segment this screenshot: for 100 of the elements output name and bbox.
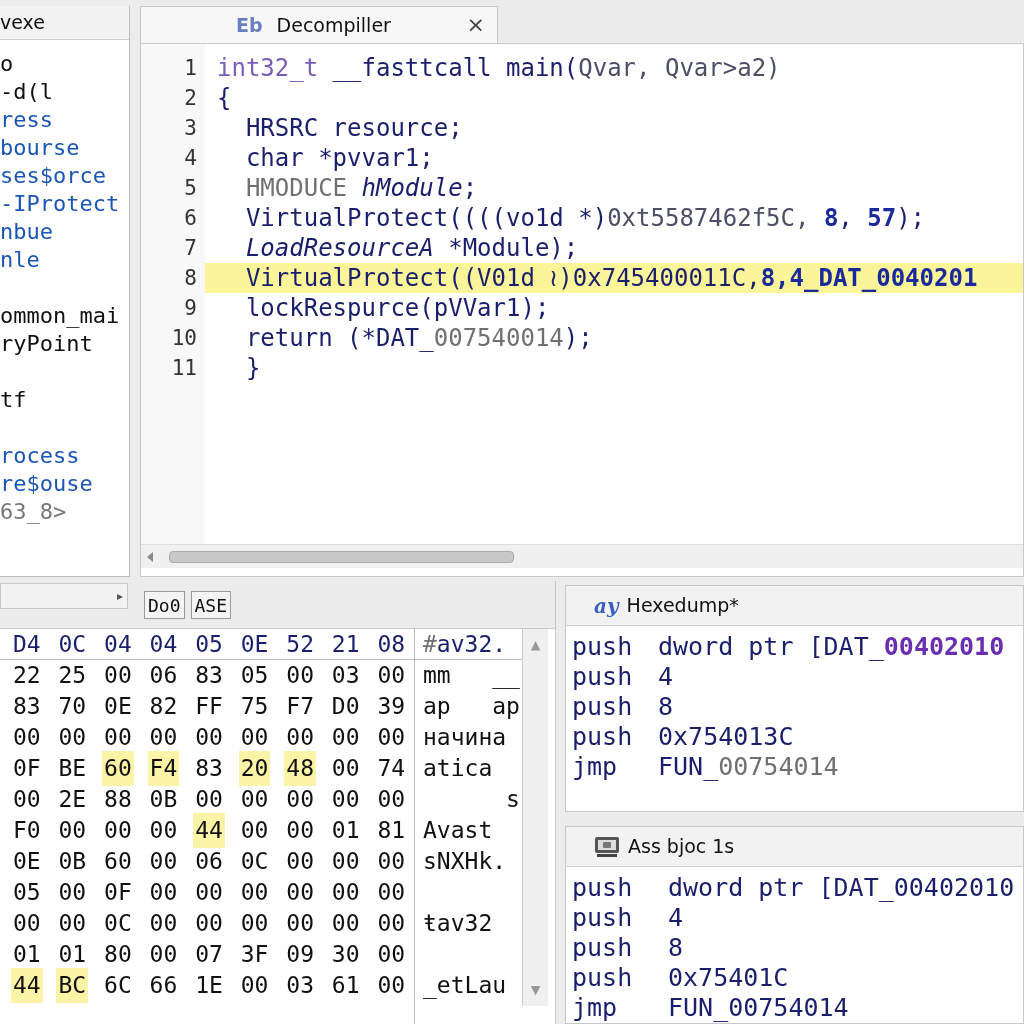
- symbol-item[interactable]: nbue: [0, 219, 53, 244]
- hex-byte: 00: [103, 816, 133, 846]
- hex-byte: 00: [194, 723, 224, 753]
- hex-byte: 00: [194, 909, 224, 939]
- scroll-left-icon[interactable]: [145, 550, 155, 563]
- hex-byte: 00: [148, 847, 179, 877]
- line-number: 1: [184, 56, 197, 80]
- line-number: 5: [184, 176, 197, 200]
- symbol-item[interactable]: ress: [0, 107, 53, 132]
- hex-byte: 01: [57, 940, 88, 970]
- close-button[interactable]: ×: [466, 14, 485, 36]
- panel-title: Ass bjoc 1s: [628, 834, 735, 860]
- code-line: HMODUCE hModule;: [244, 173, 479, 203]
- hex-byte: 0B: [148, 785, 179, 815]
- hex-byte: 00: [57, 909, 88, 939]
- hex-byte: 09: [285, 940, 315, 970]
- asm-operand: dword ptr [DAT_00402010: [658, 632, 1005, 662]
- hex-byte: 03: [330, 661, 361, 691]
- sidebar-scrollbar[interactable]: ▸: [0, 583, 128, 609]
- asm-operand: 8: [668, 933, 684, 963]
- column-header: 05: [194, 629, 224, 659]
- asm-mnemonic: push: [572, 903, 634, 933]
- symbol-item[interactable]: rocess: [0, 443, 80, 468]
- hex-byte: 00: [285, 847, 315, 877]
- ascii-text: s: [505, 785, 520, 815]
- line-number: 9: [184, 296, 197, 320]
- hex-byte: 03: [285, 971, 315, 1001]
- editor-tab[interactable]: Eb Decompiller ×: [140, 6, 498, 43]
- scroll-right-arrow[interactable]: ▸: [116, 587, 123, 605]
- hex-byte: 00: [239, 816, 270, 846]
- hex-byte: 48: [284, 751, 316, 786]
- hex-byte: 0C: [103, 909, 133, 939]
- symbol-item[interactable]: -d(l: [0, 79, 53, 104]
- asm-operand: FUN_00754014: [658, 752, 839, 782]
- symbol-item[interactable]: ommon_mai: [0, 303, 120, 328]
- hex-byte: 00: [57, 816, 88, 846]
- hex-byte: FF: [194, 692, 224, 722]
- hex-byte: 44: [193, 813, 225, 848]
- hex-byte: 30: [330, 940, 361, 970]
- hex-byte: 83: [11, 692, 42, 722]
- symbol-item[interactable]: o: [0, 51, 14, 76]
- scrollbar-thumb[interactable]: [169, 550, 514, 563]
- hex-byte: 00: [285, 785, 315, 815]
- code-line: lockRespurce(pVVar1);: [244, 293, 551, 323]
- symbol-item[interactable]: ryPoint: [0, 331, 93, 356]
- hex-byte: F4: [147, 751, 180, 786]
- ascii-text: ap ap: [423, 692, 520, 722]
- code-line: int32_t __fasttcall main(Qvar, Qvar>a2): [217, 53, 782, 83]
- ascii-text: sNXHk.: [423, 847, 507, 877]
- ascii-text: mm __: [423, 661, 520, 691]
- hex-byte: 00: [376, 661, 407, 691]
- hex-byte: 00: [376, 723, 407, 753]
- hex-byte: 61: [330, 971, 361, 1001]
- symbol-item[interactable]: bourse: [0, 135, 80, 160]
- hex-byte: 66: [148, 971, 179, 1001]
- hex-byte: 00: [376, 785, 407, 815]
- symbol-item[interactable]: ses$orce: [0, 163, 106, 188]
- hex-byte: F0: [11, 816, 42, 846]
- hex-byte: 00: [376, 878, 407, 908]
- ascii-text: atica: [423, 754, 493, 784]
- column-header: 21: [330, 629, 361, 659]
- asm-mnemonic: push: [572, 933, 634, 963]
- hex-byte: 00: [330, 878, 361, 908]
- hex-byte: 00: [239, 909, 270, 939]
- hex-byte: 20: [238, 751, 271, 786]
- file-type-icon: Eb: [236, 10, 263, 40]
- hex-byte: 44: [10, 968, 43, 1003]
- hex-byte: 00: [11, 723, 42, 753]
- hex-byte: 0F: [11, 754, 42, 784]
- symbol-item[interactable]: re$ouse: [0, 471, 93, 496]
- symbol-item[interactable]: tf: [0, 387, 27, 412]
- hex-byte: 00: [330, 785, 361, 815]
- hex-byte: 74: [376, 754, 407, 784]
- code-line: char *pvvar1;: [244, 143, 435, 173]
- horizontal-scrollbar[interactable]: [141, 544, 1023, 568]
- line-number: 11: [171, 356, 197, 380]
- hex-byte: 75: [239, 692, 270, 722]
- toolbar-button[interactable]: Do0: [144, 591, 185, 619]
- hex-byte: BC: [56, 968, 89, 1003]
- line-number: 2: [184, 86, 197, 110]
- asm-operand: dword ptr [DAT_00402010: [668, 873, 1015, 903]
- hex-byte: 01: [11, 940, 42, 970]
- hex-byte: 70: [57, 692, 88, 722]
- ascii-text: Avast: [423, 816, 493, 846]
- symbol-item[interactable]: nle: [0, 247, 40, 272]
- hex-byte: 00: [285, 816, 315, 846]
- toolbar-button[interactable]: ASE: [190, 591, 232, 619]
- hex-byte: 00: [239, 785, 270, 815]
- ascii-text: #av32.: [423, 629, 507, 659]
- symbol-item[interactable]: -IProtect: [0, 191, 120, 216]
- ascii-text: ŧav32: [423, 909, 493, 939]
- symbol-item[interactable]: 63_8>: [0, 499, 67, 524]
- code-line: LoadResourceA *Module);: [244, 233, 580, 263]
- hex-byte: 00: [194, 878, 224, 908]
- hex-byte: 25: [57, 661, 88, 691]
- hex-byte: 00: [148, 909, 179, 939]
- hex-byte: 00: [239, 878, 270, 908]
- column-header: 04: [103, 629, 133, 659]
- hex-byte: 22: [11, 661, 42, 691]
- hex-byte: 83: [194, 754, 224, 784]
